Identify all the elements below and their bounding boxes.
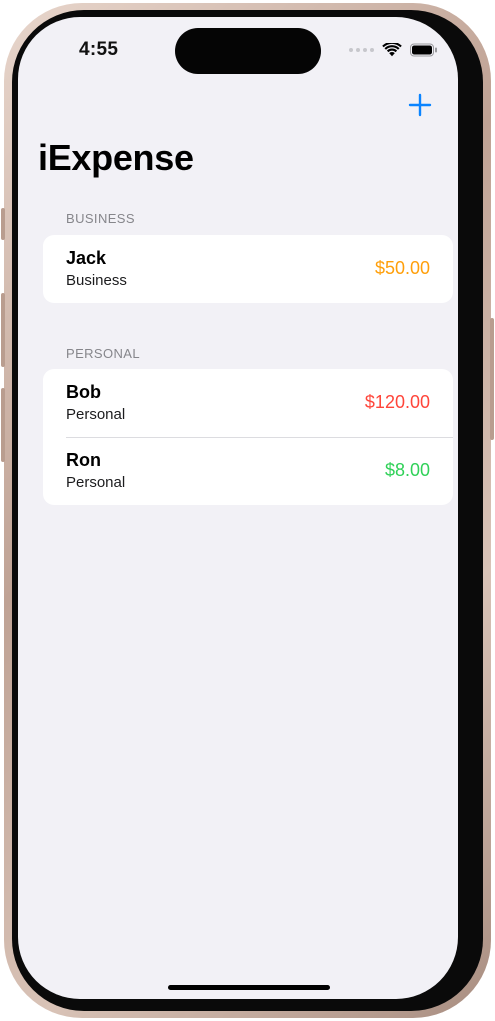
expense-amount: $8.00 [384,460,430,480]
power-button [490,318,494,440]
dynamic-island [175,28,321,74]
battery-icon [410,43,437,57]
section-header-business: BUSINESS [66,211,135,226]
expense-amount: $50.00 [374,258,430,278]
volume-up-button [1,293,5,367]
status-bar: 4:55 [18,17,458,77]
expense-type: Personal [66,474,126,491]
home-indicator[interactable] [168,985,330,990]
expense-name: Bob [66,382,101,402]
app-screen: 4:55 iExpense BUSINESS Jack Business $50… [18,17,458,999]
add-expense-button[interactable] [408,93,432,117]
section-header-personal: PERSONAL [66,346,141,361]
expense-row[interactable]: Ron Personal $8.00 [43,437,453,505]
action-button [1,208,5,240]
status-time: 4:55 [79,39,119,60]
status-icons [349,43,438,57]
volume-down-button [1,388,5,462]
expense-amount: $120.00 [364,392,430,412]
expense-list-personal: Bob Personal $120.00 Ron Personal $8.00 [43,369,453,505]
page-title: iExpense [38,137,194,178]
expense-type: Business [66,272,127,289]
wifi-icon [382,43,402,57]
expense-name: Ron [66,450,101,470]
cellular-dots-icon [349,48,374,52]
expense-list-business: Jack Business $50.00 [43,235,453,303]
expense-row[interactable]: Bob Personal $120.00 [43,369,453,437]
expense-type: Personal [66,406,126,423]
expense-name: Jack [66,248,107,268]
plus-icon [408,93,432,117]
expense-row[interactable]: Jack Business $50.00 [43,235,453,303]
